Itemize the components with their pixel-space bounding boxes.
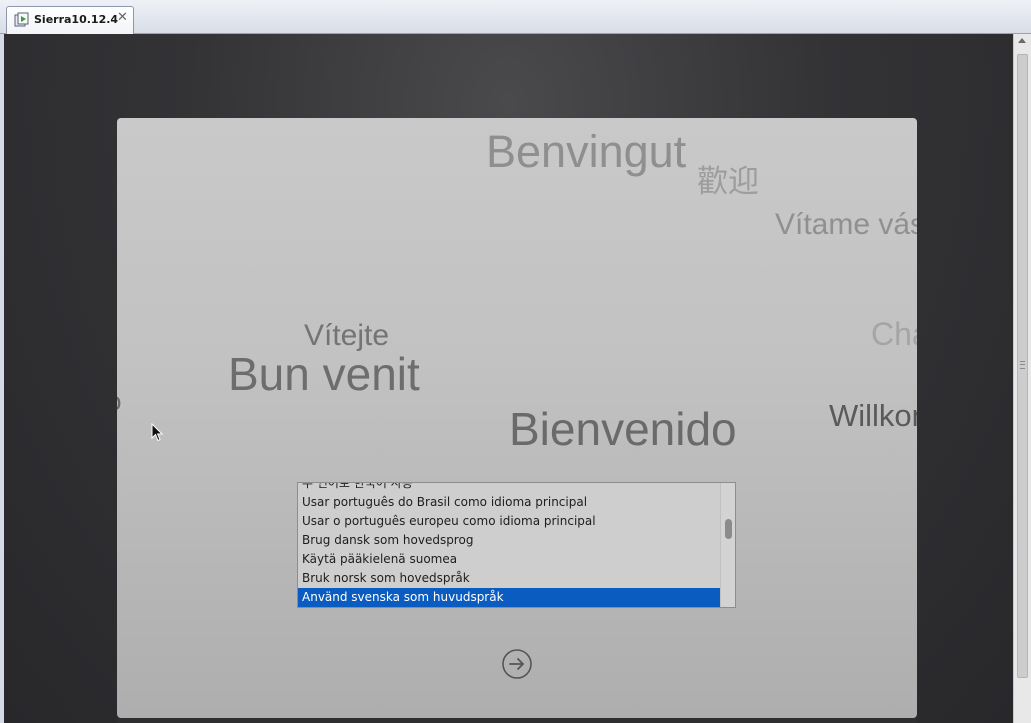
welcome-word-chinese: 歡迎 [697, 164, 759, 200]
language-item-danish[interactable]: Brug dansk som hovedsprog [298, 531, 720, 550]
vertical-scrollbar[interactable] [1013, 34, 1031, 723]
language-item-finnish[interactable]: Käytä pääkielenä suomea [298, 550, 720, 569]
welcome-word-partial: o [117, 388, 121, 414]
welcome-word-czech: Vítejte [304, 319, 390, 352]
close-icon[interactable]: ✕ [117, 10, 128, 25]
scrollbar-thumb[interactable] [1017, 54, 1028, 678]
language-item-norwegian[interactable]: Bruk norsk som hovedspråk [298, 569, 720, 588]
welcome-word-slovak: Vítame vás [775, 208, 917, 241]
welcome-word-vietnamese: Chà [871, 316, 917, 352]
language-item-korean[interactable]: 주 언어로 한국어 사용 [298, 483, 720, 493]
welcome-word-romanian: Bun venit [228, 348, 420, 400]
grip-icon [1020, 361, 1025, 369]
macos-installer-window: Benvingut 歡迎 Vítame vás Chà Vítejte Bun … [117, 118, 917, 718]
scroll-up-arrow-icon[interactable] [1018, 38, 1026, 43]
next-button[interactable] [501, 648, 533, 680]
language-list-scrollbar[interactable] [720, 483, 735, 607]
arrow-right-circle-icon [502, 649, 532, 679]
language-item-swedish[interactable]: Använd svenska som huvudspråk [298, 588, 720, 607]
welcome-word-german: Willkommen [829, 398, 917, 433]
tab-title: Sierra10.12.4 [34, 13, 119, 26]
language-item-portuguese-brazil[interactable]: Usar português do Brasil como idioma pri… [298, 493, 720, 512]
vm-icon [14, 12, 30, 28]
welcome-word-spanish: Bienvenido [509, 403, 737, 455]
mouse-pointer-icon [151, 423, 163, 442]
language-list-scroll-thumb[interactable] [725, 519, 732, 539]
vm-display[interactable]: Benvingut 歡迎 Vítame vás Chà Vítejte Bun … [4, 34, 1013, 723]
tab-bar: Sierra10.12.4 ✕ [0, 0, 1031, 34]
welcome-word-catalan: Benvingut [486, 126, 687, 177]
language-list[interactable]: 주 언어로 한국어 사용 Usar português do Brasil co… [297, 482, 736, 608]
language-item-portuguese-europe[interactable]: Usar o português europeu como idioma pri… [298, 512, 720, 531]
installer-bottom-edge [117, 718, 917, 723]
tab-sierra[interactable]: Sierra10.12.4 ✕ [6, 6, 134, 34]
language-list-items: 주 언어로 한국어 사용 Usar português do Brasil co… [298, 483, 720, 607]
